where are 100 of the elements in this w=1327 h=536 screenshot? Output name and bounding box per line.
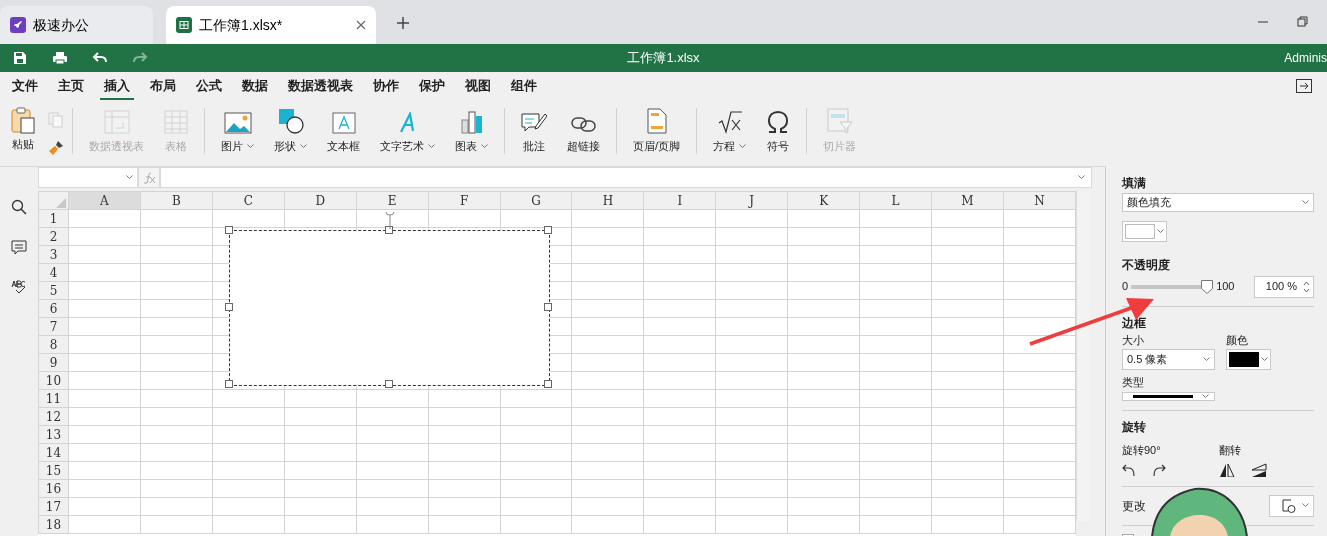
column-header[interactable]: J	[715, 191, 788, 210]
ribbon-button[interactable]: 页眉/页脚	[623, 104, 691, 160]
section-label: 旋转	[1122, 419, 1147, 437]
line-style-select[interactable]	[1122, 391, 1215, 402]
dropdown-icon	[1261, 357, 1268, 362]
ribbon-button[interactable]: 超链接	[557, 104, 610, 160]
document-icon	[646, 108, 667, 134]
field-label: 旋转90°	[1122, 443, 1162, 459]
resize-handle[interactable]	[225, 226, 233, 234]
add-tab-icon[interactable]	[396, 16, 410, 30]
column-header[interactable]: E	[356, 191, 429, 210]
formula-input[interactable]	[160, 167, 1092, 188]
close-icon[interactable]	[356, 20, 366, 30]
exit-icon[interactable]	[1296, 79, 1312, 93]
fill-type-select[interactable]: 颜色填充	[1122, 193, 1314, 212]
fill-color-picker[interactable]	[1122, 220, 1167, 242]
column-header[interactable]: F	[428, 191, 500, 210]
column-header[interactable]: K	[787, 191, 860, 210]
column-header[interactable]: I	[643, 191, 716, 210]
menu-tab[interactable]: 协作	[369, 72, 403, 100]
shape-select[interactable]	[1269, 494, 1314, 517]
app-tab[interactable]: 极速办公	[0, 6, 153, 44]
section-label: 边框	[1122, 314, 1147, 332]
ribbon-button[interactable]: 图表	[445, 104, 498, 160]
menu-tab[interactable]: 数据透视表	[284, 72, 357, 100]
app-tab[interactable]: 工作簿1.xlsx*	[166, 6, 376, 44]
resize-handle[interactable]	[225, 380, 233, 388]
clipboard-icon	[10, 106, 36, 134]
section-label: 不透明度	[1122, 256, 1171, 274]
shapes-icon	[277, 108, 304, 134]
dropdown-icon	[1202, 393, 1209, 399]
ribbon-button[interactable]: 形状	[264, 104, 317, 160]
rocket-icon	[10, 17, 26, 33]
slider-thumb[interactable]	[1201, 279, 1214, 294]
ribbon-button[interactable]: 粘贴	[6, 104, 46, 160]
pivot-table-icon	[103, 110, 130, 134]
opacity-input[interactable]: 100 %	[1254, 275, 1314, 298]
resize-handle[interactable]	[225, 303, 233, 311]
size-select[interactable]: 0.5 像素	[1122, 349, 1215, 370]
ribbon-button[interactable]: 符号	[756, 104, 801, 160]
column-header[interactable]: H	[571, 191, 644, 210]
resize-handle[interactable]	[544, 303, 552, 311]
resize-handle[interactable]	[544, 380, 552, 388]
column-header[interactable]: M	[931, 191, 1004, 210]
copy-icon	[48, 112, 64, 128]
field-label: 颜色	[1226, 332, 1249, 348]
field-label: 翻转	[1219, 443, 1242, 459]
resize-handle[interactable]	[544, 226, 552, 234]
menu-tab[interactable]: 文件	[8, 72, 42, 100]
dropdown-icon	[126, 175, 133, 180]
menu-tab[interactable]: 布局	[146, 72, 180, 100]
menu-tab[interactable]: 公式	[192, 72, 226, 100]
rotate-left-icon[interactable]	[1122, 462, 1136, 477]
spreadsheet-icon	[176, 17, 192, 33]
menu-tab[interactable]: 主页	[54, 72, 88, 100]
flip-vertical-icon[interactable]	[1251, 462, 1267, 477]
ribbon-button[interactable]: 方程	[703, 104, 757, 160]
column-header[interactable]: C	[212, 191, 285, 210]
shape-icon	[1282, 498, 1296, 513]
flip-horizontal-icon[interactable]	[1219, 462, 1235, 477]
column-header[interactable]: L	[859, 191, 932, 210]
solid-line-icon	[1133, 394, 1193, 398]
text-box-icon	[331, 112, 356, 134]
column-header[interactable]: N	[1003, 191, 1076, 210]
rotate-handle[interactable]	[385, 211, 395, 229]
search-icon[interactable]	[11, 199, 27, 215]
comment-pen-icon	[521, 110, 547, 134]
section-label: 填满	[1122, 175, 1146, 192]
column-header[interactable]: B	[140, 191, 213, 210]
dropdown-icon	[1203, 357, 1210, 362]
menu-tab[interactable]: 视图	[461, 72, 495, 100]
ribbon-button[interactable]: 图片	[211, 104, 264, 160]
ribbon-button[interactable]: 文字艺术	[370, 104, 445, 160]
comment-icon[interactable]	[11, 239, 27, 255]
omega-icon	[766, 110, 791, 134]
ribbon-button[interactable]: 文本框	[317, 104, 370, 160]
dropdown-icon	[1302, 199, 1309, 205]
print-icon	[52, 50, 68, 66]
ribbon-button[interactable]: 批注	[511, 104, 557, 160]
column-header[interactable]: G	[500, 191, 572, 210]
column-header[interactable]: D	[284, 191, 357, 210]
menu-tab[interactable]: 数据	[238, 72, 272, 100]
menu-tab[interactable]: 保护	[415, 72, 449, 100]
border-color-picker[interactable]	[1226, 349, 1271, 370]
user-name[interactable]: Adminis	[1284, 49, 1327, 67]
resize-handle[interactable]	[384, 226, 393, 234]
spell-check-icon[interactable]	[11, 279, 27, 295]
resize-handle[interactable]	[384, 380, 393, 388]
menu-tab[interactable]: 组件	[507, 72, 541, 100]
restore-icon[interactable]	[1297, 16, 1309, 28]
brush-icon	[48, 140, 64, 156]
spinner-icon	[1303, 280, 1310, 293]
field-label: 类型	[1122, 375, 1145, 390]
menu-tab[interactable]: 插入	[100, 72, 134, 100]
link-icon	[570, 114, 597, 134]
field-label: 更改	[1122, 497, 1146, 515]
rotate-right-icon[interactable]	[1152, 462, 1166, 477]
field-label: 大小	[1122, 332, 1145, 348]
table-icon	[164, 110, 188, 134]
column-header[interactable]: A	[68, 191, 141, 210]
